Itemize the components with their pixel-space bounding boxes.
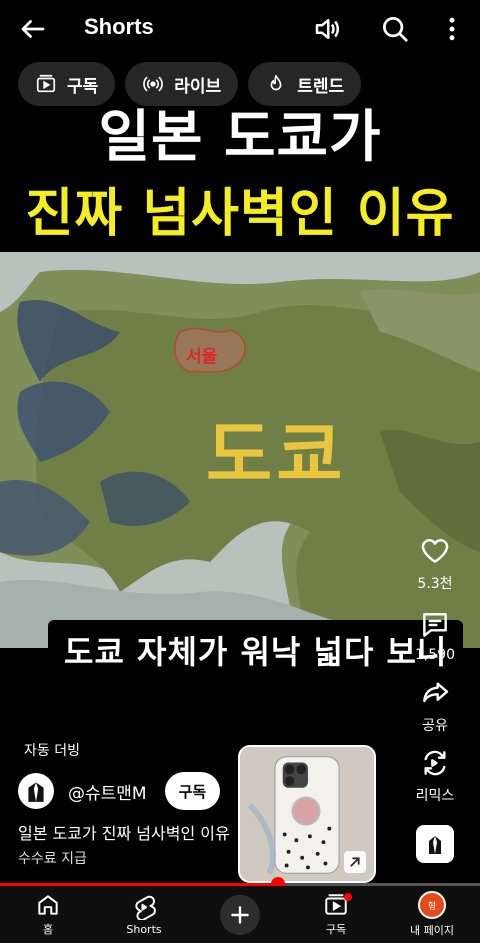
notification-dot [344, 893, 352, 901]
open-external-icon[interactable] [344, 851, 366, 873]
nav-create[interactable] [192, 886, 288, 943]
product-card[interactable] [238, 745, 376, 883]
chip-label: 트렌드 [297, 76, 345, 97]
home-icon [38, 895, 58, 915]
share-arrow-icon [423, 682, 449, 703]
nav-home-label: 홈 [42, 923, 54, 936]
fee-note: 수수료 지급 [18, 851, 87, 867]
chip-label: 라이브 [174, 76, 222, 97]
share-button[interactable]: 공유 [390, 677, 480, 735]
nav-me[interactable]: 형 내 페이지 [384, 886, 480, 943]
map-label-seoul: 서울 [186, 347, 218, 367]
more-vert-icon[interactable] [437, 14, 467, 44]
comment-icon [423, 613, 447, 637]
chip-trending[interactable]: 트렌드 [248, 62, 362, 106]
nav-home[interactable]: 홈 [0, 886, 96, 943]
nav-shorts[interactable]: Shorts [96, 886, 192, 943]
back-arrow-icon[interactable] [18, 14, 48, 44]
video-headline-line2: 진짜 넘사벽인 이유 [25, 184, 455, 244]
page-title: Shorts [84, 14, 154, 39]
nav-subscriptions-label: 구독 [325, 923, 347, 936]
trending-icon [270, 74, 282, 91]
suit-avatar-icon [28, 782, 44, 802]
top-bar: Shorts [0, 0, 480, 58]
like-count: 5.3천 [417, 576, 453, 592]
chip-subscriptions[interactable]: 구독 [18, 62, 116, 106]
sound-thumbnail-image [416, 825, 454, 863]
auto-dub-label[interactable]: 자동 더빙 [24, 740, 80, 760]
search-icon[interactable] [380, 14, 410, 44]
profile-avatar: 형 [418, 891, 446, 919]
sound-thumbnail[interactable] [390, 825, 480, 863]
subscribe-button[interactable]: 구독 [164, 772, 221, 810]
channel-row: @슈트맨M 구독 [18, 772, 221, 810]
like-heart-icon [421, 539, 449, 563]
channel-name[interactable]: @슈트맨M [68, 779, 147, 804]
channel-avatar[interactable] [18, 773, 54, 809]
bottom-nav: 홈 Shorts 구독 형 내 페이지 [0, 886, 480, 943]
remix-label: 리믹스 [415, 788, 455, 804]
like-button[interactable]: 5.3천 [390, 535, 480, 593]
suit-avatar-icon [429, 836, 441, 854]
filter-chips: 구독 라이브 트렌드 [18, 62, 362, 106]
nav-shorts-label: Shorts [126, 922, 162, 936]
nav-me-label: 내 페이지 [410, 924, 454, 937]
comment-button[interactable]: 1,590 [390, 609, 480, 663]
comment-count: 1,590 [414, 647, 456, 663]
shorts-icon [135, 895, 156, 920]
remix-icon [424, 750, 446, 776]
map-label-tokyo: 도쿄 [206, 413, 347, 497]
video-title[interactable]: 일본 도쿄가 진짜 넘사벽인 이유 [18, 820, 230, 844]
nav-subscriptions[interactable]: 구독 [288, 886, 384, 943]
share-label: 공유 [422, 718, 448, 734]
subscriptions-icon [36, 74, 56, 93]
remix-button[interactable]: 리믹스 [390, 747, 480, 805]
live-icon [143, 76, 164, 92]
chip-label: 구독 [67, 76, 99, 97]
volume-icon[interactable] [312, 14, 342, 44]
chip-live[interactable]: 라이브 [125, 62, 239, 106]
plus-icon [231, 905, 249, 924]
video-headline-line1: 일본 도쿄가 [98, 105, 382, 170]
create-button[interactable] [220, 894, 260, 935]
